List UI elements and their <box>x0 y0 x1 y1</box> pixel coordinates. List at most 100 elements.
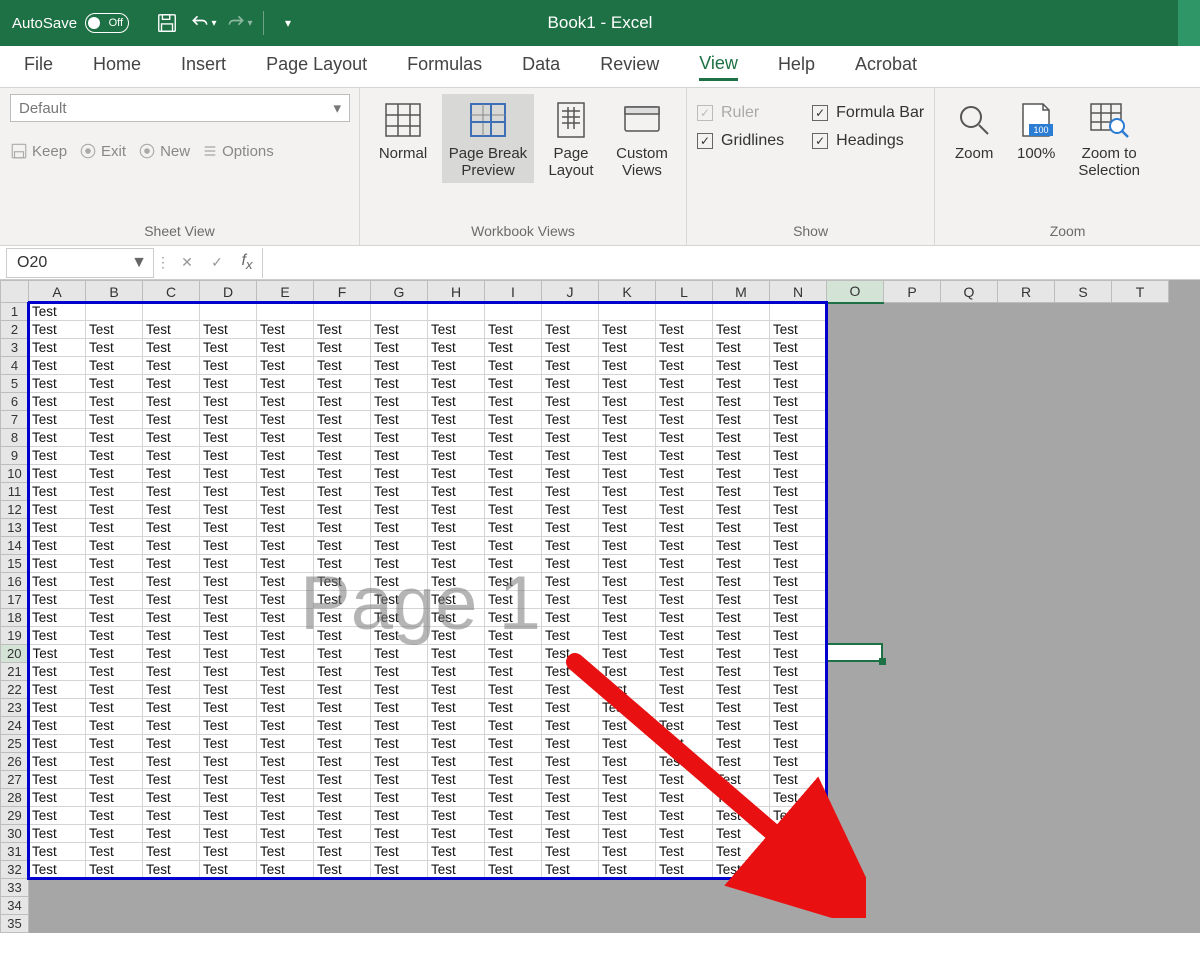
cell[interactable]: Test <box>314 735 371 753</box>
cell[interactable] <box>428 897 485 915</box>
cell[interactable] <box>29 915 86 933</box>
cell[interactable]: Test <box>428 447 485 465</box>
cell[interactable] <box>827 555 884 573</box>
cell[interactable]: Test <box>599 501 656 519</box>
cell[interactable] <box>941 303 998 321</box>
cell[interactable]: Test <box>485 375 542 393</box>
cell[interactable]: Test <box>656 501 713 519</box>
cell[interactable]: Test <box>314 861 371 879</box>
cell[interactable]: Test <box>542 699 599 717</box>
cell[interactable] <box>941 465 998 483</box>
cell[interactable]: Test <box>770 861 827 879</box>
cell[interactable]: Test <box>428 753 485 771</box>
tab-data[interactable]: Data <box>522 54 560 79</box>
cell[interactable]: Test <box>656 807 713 825</box>
cell[interactable] <box>941 447 998 465</box>
cell[interactable] <box>884 357 941 375</box>
row-header-4[interactable]: 4 <box>1 357 29 375</box>
cell[interactable]: Test <box>656 429 713 447</box>
cell[interactable]: Test <box>200 375 257 393</box>
cell[interactable] <box>827 789 884 807</box>
cell[interactable]: Test <box>713 627 770 645</box>
cell[interactable]: Test <box>86 537 143 555</box>
cell[interactable] <box>1055 825 1112 843</box>
cell[interactable] <box>941 825 998 843</box>
cell[interactable]: Test <box>542 645 599 663</box>
cell[interactable]: Test <box>86 339 143 357</box>
cell[interactable] <box>1112 681 1169 699</box>
cell[interactable]: Test <box>314 609 371 627</box>
cell[interactable]: Test <box>542 861 599 879</box>
cell[interactable]: Test <box>257 699 314 717</box>
cell[interactable]: Test <box>713 375 770 393</box>
cell[interactable]: Test <box>200 717 257 735</box>
cell[interactable]: Test <box>428 321 485 339</box>
cell[interactable]: Test <box>542 375 599 393</box>
cell[interactable] <box>941 609 998 627</box>
cell[interactable] <box>884 753 941 771</box>
cell[interactable]: Test <box>200 411 257 429</box>
cell[interactable] <box>200 897 257 915</box>
cell[interactable]: Test <box>143 321 200 339</box>
cell[interactable]: Test <box>770 627 827 645</box>
cell[interactable]: Test <box>485 861 542 879</box>
cell[interactable]: Test <box>314 555 371 573</box>
cell[interactable] <box>1112 843 1169 861</box>
cell[interactable]: Test <box>371 393 428 411</box>
cell[interactable]: Test <box>29 609 86 627</box>
col-header-J[interactable]: J <box>542 281 599 303</box>
cell[interactable]: Test <box>542 519 599 537</box>
row-header-17[interactable]: 17 <box>1 591 29 609</box>
cell[interactable]: Test <box>86 393 143 411</box>
cell[interactable] <box>998 735 1055 753</box>
cell[interactable] <box>1112 645 1169 663</box>
cell[interactable] <box>1055 303 1112 321</box>
cell[interactable] <box>884 663 941 681</box>
cell[interactable]: Test <box>257 573 314 591</box>
row-header-6[interactable]: 6 <box>1 393 29 411</box>
cell[interactable] <box>314 879 371 897</box>
cell[interactable]: Test <box>599 465 656 483</box>
row-header-13[interactable]: 13 <box>1 519 29 537</box>
cell[interactable] <box>941 645 998 663</box>
cell[interactable]: Test <box>542 501 599 519</box>
cell[interactable] <box>1055 339 1112 357</box>
cell[interactable]: Test <box>599 411 656 429</box>
cell[interactable]: Test <box>371 609 428 627</box>
cell[interactable]: Test <box>200 483 257 501</box>
cell[interactable]: Test <box>485 663 542 681</box>
cell[interactable]: Test <box>485 447 542 465</box>
cell[interactable]: Test <box>200 591 257 609</box>
cell[interactable]: Test <box>200 771 257 789</box>
save-icon[interactable] <box>153 9 181 37</box>
cell[interactable]: Test <box>86 789 143 807</box>
cell[interactable] <box>86 915 143 933</box>
cell[interactable] <box>1055 699 1112 717</box>
cell[interactable] <box>941 681 998 699</box>
cell[interactable] <box>998 429 1055 447</box>
cell[interactable] <box>1055 375 1112 393</box>
cell[interactable] <box>827 537 884 555</box>
cell[interactable]: Test <box>371 429 428 447</box>
cell[interactable] <box>941 339 998 357</box>
cell[interactable] <box>941 753 998 771</box>
cell[interactable]: Test <box>485 771 542 789</box>
cell[interactable]: Test <box>314 321 371 339</box>
cell[interactable]: Test <box>371 555 428 573</box>
cell[interactable]: Test <box>656 447 713 465</box>
cell[interactable] <box>1055 447 1112 465</box>
cell[interactable]: Test <box>200 321 257 339</box>
cell[interactable]: Test <box>656 411 713 429</box>
cell[interactable]: Test <box>257 555 314 573</box>
cell[interactable]: Test <box>770 555 827 573</box>
row-header-14[interactable]: 14 <box>1 537 29 555</box>
cell[interactable]: Test <box>29 519 86 537</box>
row-header-21[interactable]: 21 <box>1 663 29 681</box>
cell[interactable] <box>941 897 998 915</box>
cell[interactable]: Test <box>29 339 86 357</box>
cell[interactable]: Test <box>371 771 428 789</box>
cell[interactable]: Test <box>485 357 542 375</box>
row-header-23[interactable]: 23 <box>1 699 29 717</box>
cell[interactable]: Test <box>257 519 314 537</box>
cell[interactable]: Test <box>143 555 200 573</box>
